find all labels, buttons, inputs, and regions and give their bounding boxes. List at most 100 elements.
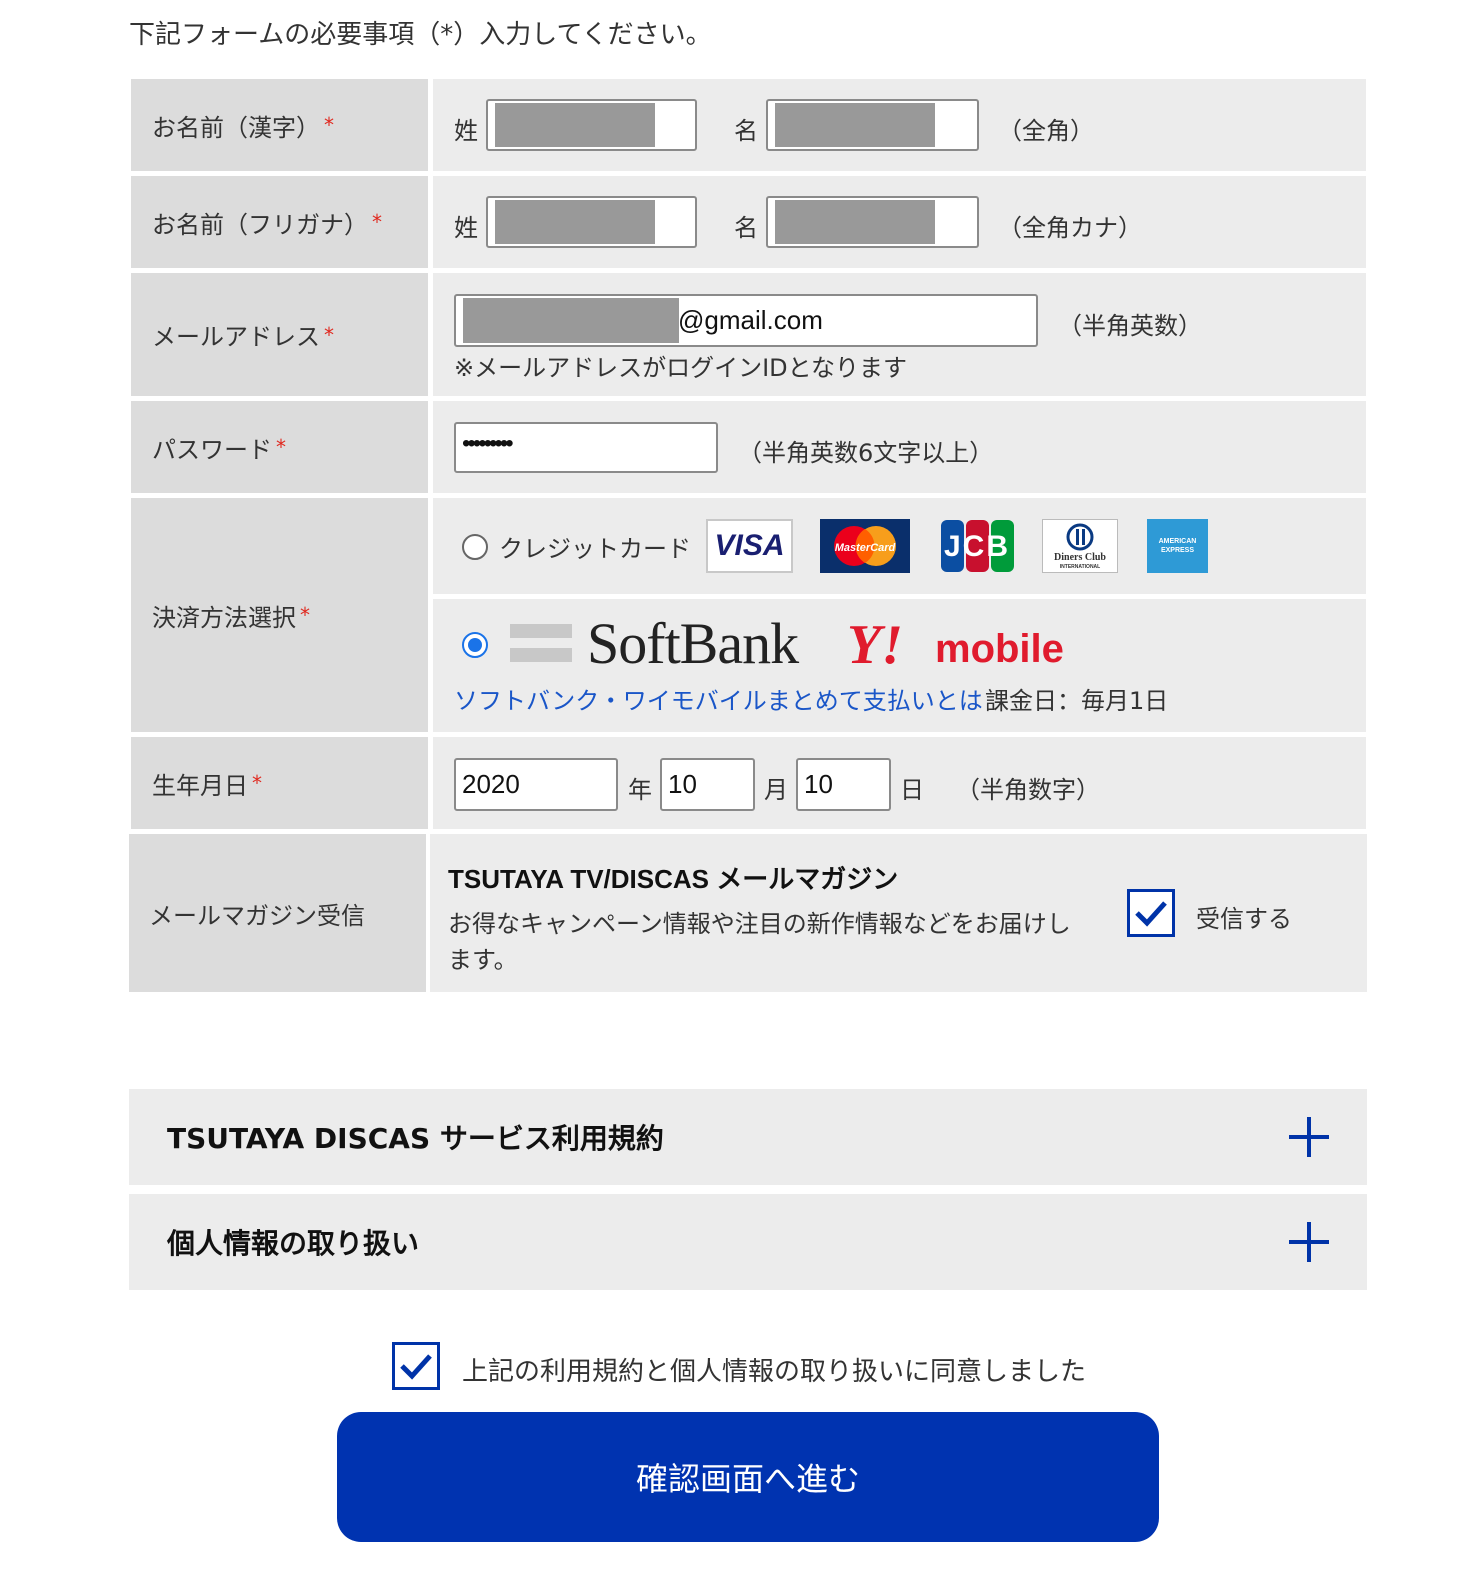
redacted-value [775,103,935,147]
label-text: お名前（フリガナ） [152,210,368,239]
last-name-kanji-input[interactable] [486,99,697,151]
last-name-label: 姓 [454,214,478,242]
first-name-kana-input[interactable] [766,196,979,248]
birth-day-value: 10 [804,769,833,799]
required-mark: * [324,322,334,347]
carrier-billing-radio[interactable] [462,632,488,658]
carrier-billing-option[interactable]: SoftBank Y! mobile ソフトバンク・ワイモバイルまとめて支払いと… [433,599,1366,732]
newsletter-title: TSUTAYA TV/DISCAS メールマガジン [448,864,899,894]
expand-plus-icon[interactable] [1289,1222,1329,1262]
amex-text: AMERICAN EXPRESS [1158,538,1197,554]
row-newsletter: メールマガジン受信 TSUTAYA TV/DISCAS メールマガジン お得なキ… [129,834,1367,992]
label-name-kana: お名前（フリガナ） * [131,176,428,268]
last-name-kana-input[interactable] [486,196,697,248]
row-birthday: 生年月日 * 2020 年 10 月 10 日 （半角数字） [131,737,1366,829]
birth-day-input[interactable]: 10 [796,758,891,811]
label-text: パスワード [152,435,272,464]
mastercard-logo-icon: MasterCard [820,519,910,573]
field-password: ••••••••• （半角英数6文字以上） [433,401,1366,493]
required-mark: * [372,210,382,234]
year-unit: 年 [628,776,652,804]
label-text: 生年月日 [152,771,248,800]
redacted-value [775,200,935,244]
name-kana-note: （全角カナ） [998,214,1142,242]
label-newsletter: メールマガジン受信 [129,834,426,992]
row-name-kana: お名前（フリガナ） * 姓 名 （全角カナ） [131,176,1366,268]
svg-text:INTERNATIONAL: INTERNATIONAL [1060,564,1100,570]
month-unit: 月 [764,776,788,804]
password-dots: ••••••••• [462,430,514,457]
first-name-label: 名 [734,214,758,242]
password-note: （半角英数6文字以上） [738,439,994,467]
form-instructions: 下記フォームの必要事項（*）入力してください。 [129,20,712,50]
label-name-kanji: お名前（漢字） * [131,79,428,171]
password-input[interactable]: ••••••••• [454,422,718,473]
newsletter-checkbox-label: 受信する [1196,905,1292,933]
carrier-billing-info-link[interactable]: ソフトバンク・ワイモバイルまとめて支払いとは [454,681,983,716]
credit-card-radio[interactable] [462,534,488,560]
amex-logo-icon: AMERICAN EXPRESS [1147,519,1208,573]
registration-form: お名前（漢字） * 姓 名 （全角） お名前（フリガナ） * 姓 名 （全角カナ… [129,79,1367,997]
required-mark: * [276,435,286,459]
mastercard-circles: MasterCard [834,526,896,566]
label-text: 決済方法選択 [152,603,296,632]
day-unit: 日 [900,776,924,804]
label-password: パスワード * [131,401,428,493]
birth-year-input[interactable]: 2020 [454,758,618,811]
required-mark: * [324,113,334,137]
accordion-title: TSUTAYA DISCAS サービス利用規約 [167,1122,664,1155]
label-text: メールマガジン受信 [149,901,365,930]
diners-club-logo-icon: Diners Club INTERNATIONAL [1042,519,1118,573]
submit-label: 確認画面へ進む [635,1460,860,1498]
newsletter-desc-line1: お得なキャンペーン情報や注目の新作情報などをお届けし [448,910,1071,938]
row-payment: 決済方法選択 * クレジットカード VISA MasterCard JCB Di… [131,498,1366,732]
redacted-value [463,298,679,343]
field-name-kanji: 姓 名 （全角） [433,79,1366,171]
email-help: ※メールアドレスがログインIDとなります [454,354,907,382]
billing-day: 課金日：毎月1日 [985,687,1169,715]
newsletter-checkbox[interactable] [1127,889,1175,937]
visa-logo-icon: VISA [706,519,793,573]
last-name-label: 姓 [454,117,478,145]
agree-label: 上記の利用規約と個人情報の取り扱いに同意しました [462,1357,1087,1387]
first-name-kanji-input[interactable] [766,99,979,151]
label-payment: 決済方法選択 * [131,498,428,732]
label-text: メールアドレス [152,323,320,351]
softbank-bar-bottom [510,648,572,662]
birth-month-value: 10 [668,769,697,799]
diners-mark: Diners Club INTERNATIONAL [1054,523,1106,570]
newsletter-desc-line2: ます。 [448,946,518,974]
jcb-blocks: JCB [941,520,1014,572]
redacted-value [495,103,655,147]
birth-year-value: 2020 [462,769,520,799]
ymobile-logo-text: mobile [935,627,1064,671]
privacy-policy-accordion[interactable]: 個人情報の取り扱い [129,1194,1367,1290]
label-email: メールアドレス * [131,273,428,396]
expand-plus-icon[interactable] [1289,1117,1329,1157]
credit-card-option[interactable]: クレジットカード VISA MasterCard JCB Diners Club… [433,498,1366,594]
check-icon [1135,901,1167,927]
birth-month-input[interactable]: 10 [660,758,755,811]
agree-checkbox[interactable] [392,1342,440,1390]
field-birthday: 2020 年 10 月 10 日 （半角数字） [433,737,1366,829]
email-domain: @gmail.com [678,305,823,335]
row-name-kanji: お名前（漢字） * 姓 名 （全角） [131,79,1366,171]
svg-text:MasterCard: MasterCard [835,542,896,554]
email-note: （半角英数） [1058,312,1202,340]
label-birthday: 生年月日 * [131,737,428,829]
row-email: メールアドレス * @gmail.com （半角英数） ※メールアドレスがログイン… [131,273,1366,396]
ymobile-logo-y: Y! [847,614,903,676]
accordion-title: 個人情報の取り扱い [167,1227,420,1260]
required-mark: * [252,771,262,795]
softbank-logo: SoftBank [587,611,799,676]
credit-card-label: クレジットカード [499,535,691,563]
jcb-logo-icon: JCB [940,519,1015,573]
softbank-bar-top [510,624,572,638]
proceed-to-confirmation-button[interactable]: 確認画面へ進む [337,1412,1159,1542]
svg-text:Diners Club: Diners Club [1054,552,1106,563]
field-name-kana: 姓 名 （全角カナ） [433,176,1366,268]
terms-of-service-accordion[interactable]: TSUTAYA DISCAS サービス利用規約 [129,1089,1367,1185]
visa-text: VISA [714,529,785,562]
birthday-note: （半角数字） [956,776,1100,804]
email-input[interactable]: @gmail.com [454,294,1038,347]
